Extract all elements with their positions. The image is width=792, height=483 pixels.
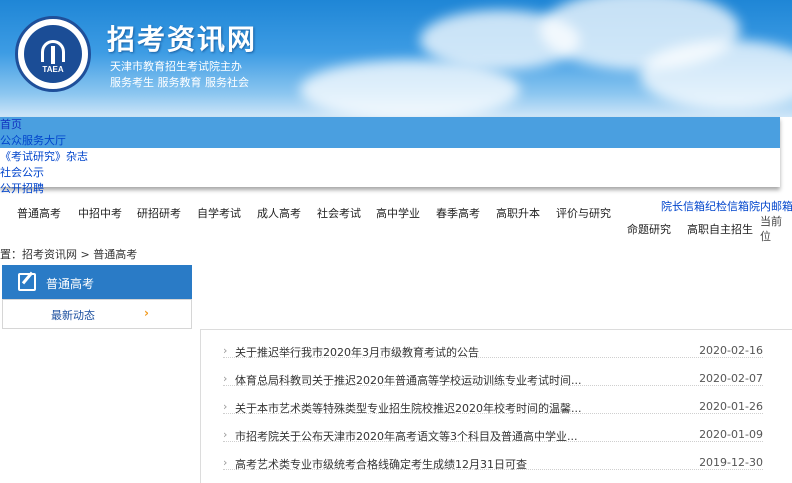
category-regular-gaokao[interactable]: 普通高考 [17,205,61,221]
category-self-study[interactable]: 自学考试 [197,205,241,221]
category-zhongkao[interactable]: 中招中考 [78,205,122,221]
page: TAEA 招考资讯网 天津市教育招生考试院主办 服务考生 服务教育 服务社会 首… [0,0,792,483]
nav-item-public-notice[interactable]: 社会公示 [0,165,780,181]
breadcrumb-home[interactable]: 招考资讯网 [22,248,77,261]
category-spring-gaokao[interactable]: 春季高考 [436,205,480,221]
category-adult[interactable]: 成人高考 [257,205,301,221]
category-question-research[interactable]: 命题研究 [627,221,671,237]
arrow-right-icon: › [223,372,228,385]
news-row[interactable]: › 体育总局科教司关于推迟2020年普通高等学校运动训练专业考试时间... 20… [223,358,763,387]
category-evaluation[interactable]: 评价与研究 [556,205,611,221]
logo-text: TAEA [42,65,64,74]
nav-item-recruitment[interactable]: 公开招聘 [0,181,780,197]
news-title[interactable]: 高考艺术类专业市级统考合格线确定考生成绩12月31日可查 [235,456,527,472]
news-row[interactable]: › 关于推迟举行我市2020年3月市级教育考试的公告 2020-02-16 [223,330,763,359]
site-title: 招考资讯网 [107,23,258,56]
news-date: 2020-01-09 [699,428,763,441]
breadcrumb: 置：招考资讯网 > 普通高考 [0,246,137,262]
news-date: 2020-01-26 [699,400,763,413]
sidebar-item-label: 最新动态 [51,309,95,322]
site-logo[interactable]: TAEA [15,16,91,92]
category-vocational-admission[interactable]: 高职自主招生 [687,221,753,237]
news-list: › 关于推迟举行我市2020年3月市级教育考试的公告 2020-02-16 › … [200,329,792,483]
category-graduate[interactable]: 研招研考 [137,205,181,221]
top-nav: 首页 公众服务大厅 《考试研究》杂志 社会公示 公开招聘 [0,117,780,195]
news-row[interactable]: › 关于本市艺术类等特殊类型专业招生院校推迟2020年校考时间的温馨... 20… [223,386,763,415]
breadcrumb-separator: > [77,248,94,261]
arrow-right-icon: › [223,344,228,357]
current-position-label: 当前位 [760,215,782,243]
category-social-exam[interactable]: 社会考试 [317,205,361,221]
mailbox-links[interactable]: 院长信箱纪检信箱院内邮箱 [661,198,792,214]
arrow-right-icon: › [223,428,228,441]
nav-item-home[interactable]: 首页 [0,117,780,133]
category-vocational-upgrade[interactable]: 高职升本 [496,205,540,221]
breadcrumb-current: 普通高考 [93,248,138,261]
news-date: 2019-12-30 [699,456,763,469]
arrow-right-icon: › [223,456,228,469]
sidebar-heading-label: 普通高考 [46,277,95,291]
edit-icon [18,273,36,291]
chevron-right-icon: › [144,306,149,320]
arrow-right-icon: › [223,400,228,413]
sidebar-item-latest-news[interactable]: 最新动态 › [2,299,192,329]
site-subtitle: 天津市教育招生考试院主办 [110,60,242,73]
sidebar-heading: 普通高考 [2,265,192,299]
nav-item-journal[interactable]: 《考试研究》杂志 [0,149,780,165]
nav-item-service-hall[interactable]: 公众服务大厅 [0,133,780,149]
breadcrumb-prefix: 置： [0,248,22,261]
site-slogan: 服务考生 服务教育 服务社会 [110,76,249,89]
category-high-school[interactable]: 高中学业 [376,205,420,221]
news-row[interactable]: › 高考艺术类专业市级统考合格线确定考生成绩12月31日可查 2019-12-3… [223,442,763,472]
news-date: 2020-02-07 [699,372,763,385]
header-banner: TAEA 招考资讯网 天津市教育招生考试院主办 服务考生 服务教育 服务社会 [0,0,792,117]
news-date: 2020-02-16 [699,344,763,357]
news-row[interactable]: › 市招考院关于公布天津市2020年高考语文等3个科目及普通高中学业... 20… [223,414,763,443]
